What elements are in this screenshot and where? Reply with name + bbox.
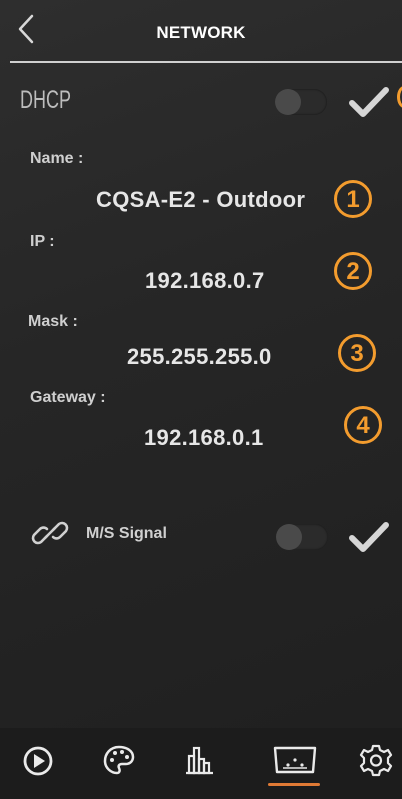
page-title: NETWORK [156,23,246,42]
ip-label: IP : [30,233,55,250]
display-screen-icon [273,746,317,774]
gear-icon [359,744,393,777]
mask-label: Mask : [28,313,78,330]
name-field[interactable]: CQSA-E2 - Outdoor [96,187,305,213]
toggle-knob [275,89,301,115]
name-label: Name : [30,150,84,167]
ms-signal-toggle[interactable] [276,524,328,550]
badge-4: 4 [344,406,382,444]
header-bar: NETWORK [0,0,402,63]
header-divider [10,61,402,63]
orange-indicator [397,86,402,108]
badge-1: 1 [334,180,372,218]
play-circle-icon [23,746,53,776]
gateway-field[interactable]: 192.168.0.1 [144,425,264,451]
bottom-nav [0,728,402,799]
bar-chart-icon [186,746,213,775]
dhcp-label: DHCP [20,86,72,114]
link-icon [31,521,69,545]
gateway-label: Gateway : [30,389,106,406]
ms-signal-label: M/S Signal [86,525,167,542]
dhcp-toggle[interactable] [275,89,327,115]
dhcp-confirm-check-icon[interactable] [349,86,389,118]
palette-icon [103,745,135,775]
nav-item-play[interactable] [18,740,58,780]
badge-2: 2 [334,252,372,290]
nav-item-settings[interactable] [356,740,396,780]
ms-signal-confirm-check-icon[interactable] [349,521,389,553]
mask-field[interactable]: 255.255.255.0 [127,344,272,370]
badge-3: 3 [338,334,376,372]
network-screen: NETWORK DHCP Name : CQSA-E2 - Outdoor 1 … [0,0,402,799]
nav-item-equalizer[interactable] [180,740,220,780]
nav-item-display[interactable] [271,740,319,780]
toggle-knob [276,524,302,550]
ip-field[interactable]: 192.168.0.7 [145,268,265,294]
nav-item-palette[interactable] [99,740,139,780]
active-tab-indicator [268,783,320,786]
